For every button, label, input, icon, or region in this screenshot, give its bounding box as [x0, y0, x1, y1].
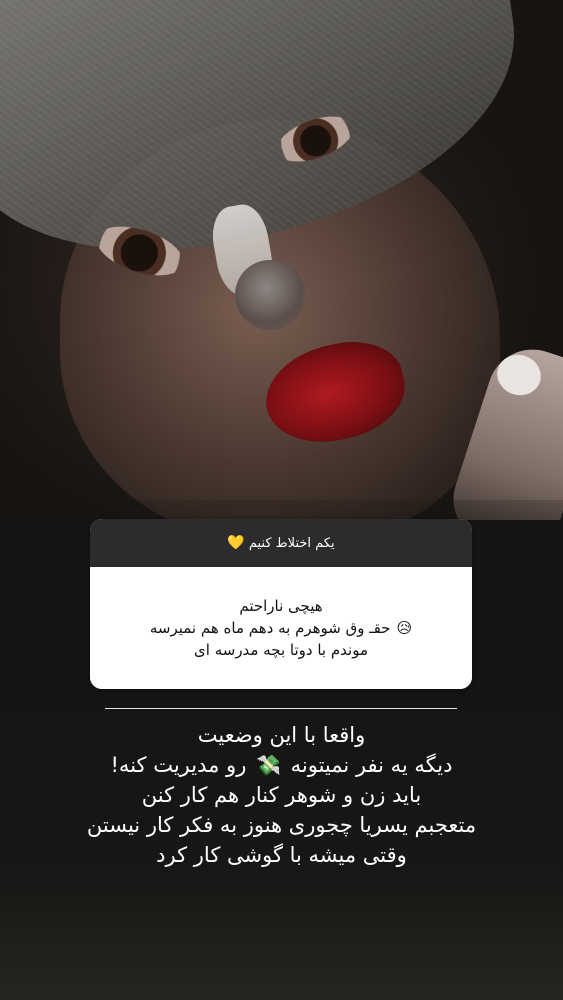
question-header-text: یکم اختلاط کنیم: [248, 535, 335, 551]
answer-line-1: هیچی ناراحتم: [239, 597, 323, 615]
yellow-heart-icon: 💛: [227, 535, 245, 551]
caption-line-2-end: رو مدیریت کنه!: [110, 753, 247, 777]
story-canvas: یکم اختلاط کنیم 💛 هیچی ناراحتم 😥 حقـ وق ش…: [0, 0, 563, 1000]
answer-line-2-text: حقـ وق شوهرم به دهم ماه هم نمیرسه: [149, 619, 391, 637]
divider-line: [105, 708, 457, 709]
money-wings-icon: 💸: [256, 753, 281, 777]
caption-line-3: باید زن و شوهر کنار هم کار کنن: [141, 783, 422, 807]
caption-line-2-start: دیگه یه نفر نمیتونه: [290, 753, 453, 777]
sad-face-icon: 😥: [396, 619, 413, 637]
answer-line-2: 😥 حقـ وق شوهرم به دهم ماه هم نمیرسه: [150, 617, 412, 639]
question-answer: هیچی ناراحتم 😥 حقـ وق شوهرم به دهم ماه هم…: [90, 567, 472, 689]
caption-line-1: واقعا با این وضعیت: [197, 723, 366, 747]
caption-line-2: دیگه یه نفر نمیتونه 💸 رو مدیریت کنه!: [20, 750, 543, 780]
answer-line-3: موندم با دوتا بچه مدرسه ای: [194, 641, 368, 659]
caption-line-4: متعجبم یسریا چجوری هنوز به فکر کار نیستن: [86, 813, 477, 837]
background-photo: [0, 0, 563, 520]
caption-line-5: وقتی میشه با گوشی کار کرد: [156, 843, 407, 867]
caption-text: واقعا با این وضعیت دیگه یه نفر نمیتونه 💸…: [20, 720, 543, 870]
photo-nose-tip: [235, 260, 305, 330]
question-header: یکم اختلاط کنیم 💛: [90, 519, 472, 567]
question-sticker[interactable]: یکم اختلاط کنیم 💛 هیچی ناراحتم 😥 حقـ وق ش…: [90, 519, 472, 689]
